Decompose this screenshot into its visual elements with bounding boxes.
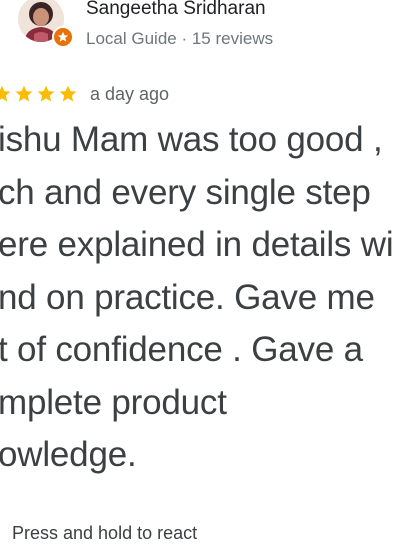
avatar-container[interactable]	[18, 0, 74, 50]
star-icon	[37, 85, 55, 102]
star-rating	[0, 84, 78, 104]
reviewer-meta: Local Guide · 15 reviews	[86, 29, 274, 48]
star-icon	[0, 85, 11, 102]
local-guide-badge	[52, 26, 74, 48]
local-guide-star-icon	[57, 31, 69, 42]
star-icon	[15, 85, 33, 102]
react-hint[interactable]: Press and hold to react	[12, 523, 197, 544]
rating-row: a day ago	[0, 82, 169, 106]
star-icon	[59, 85, 77, 102]
review-text: ishu Mam was too good , ch and every sin…	[0, 120, 394, 474]
reviewer-name[interactable]: Sangeetha Sridharan	[86, 0, 266, 20]
review-time: a day ago	[90, 83, 170, 104]
